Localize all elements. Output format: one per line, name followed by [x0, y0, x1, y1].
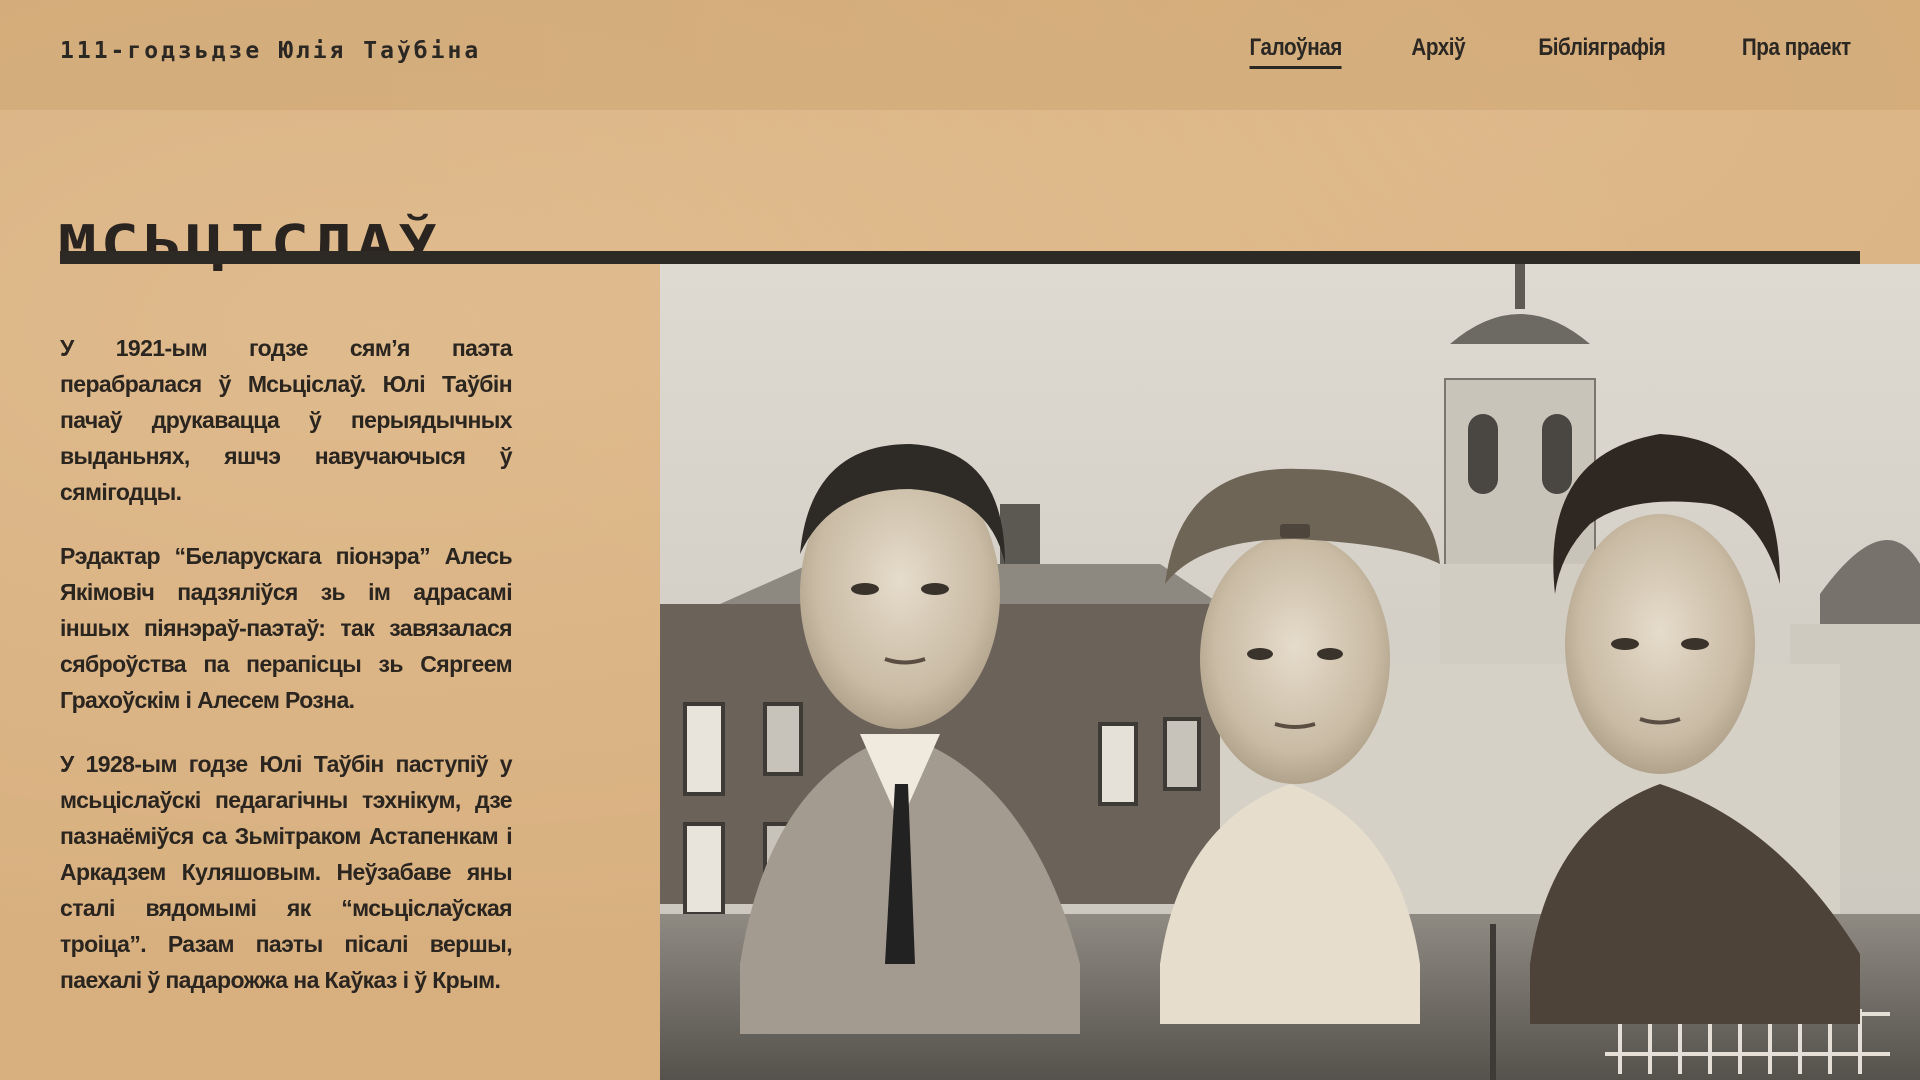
title-divider: [60, 251, 1860, 264]
nav-item-archive[interactable]: Архіў: [1412, 34, 1466, 69]
paragraph-2: Рэдактар “Беларускага піонэра” Алесь Які…: [60, 543, 513, 713]
text-column: У 1921-ым годзе сям’я паэта перабралася …: [60, 330, 513, 1026]
paragraph-3: У 1928-ым годзе Юлі Таўбін паступіў у мс…: [60, 751, 513, 993]
historical-photo-collage: [660, 264, 1920, 1080]
paragraph-1: У 1921-ым годзе сям’я паэта перабралася …: [60, 335, 513, 505]
page-title: МСЬЦІСЛАЎ: [58, 214, 441, 276]
nav-item-about[interactable]: Пра праект: [1742, 34, 1851, 69]
site-title[interactable]: 111-годзьдзе Юлія Таўбіна: [60, 38, 481, 64]
lamp-post: [1490, 924, 1496, 1080]
collage-image: [660, 264, 1920, 1080]
main-nav: Галоўная Архіў Бібліяграфія Пра праект: [1242, 34, 1860, 69]
nav-item-home[interactable]: Галоўная: [1249, 34, 1342, 69]
nav-item-bibliography[interactable]: Бібліяграфія: [1538, 34, 1665, 69]
